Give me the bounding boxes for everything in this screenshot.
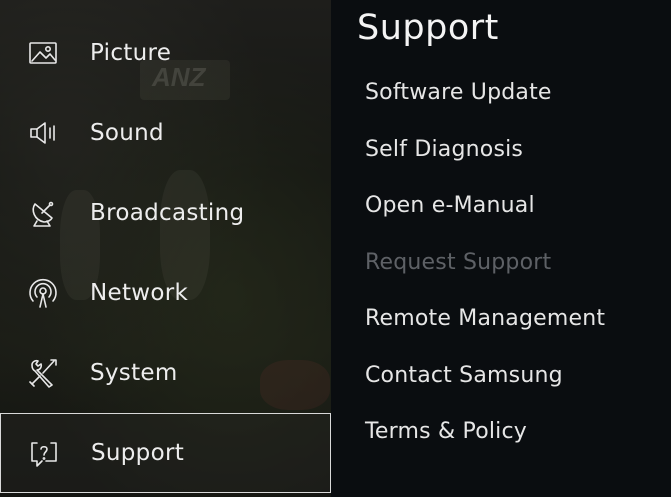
menu-item-support[interactable]: Support (0, 413, 331, 493)
network-signal-icon (24, 274, 62, 312)
menu-item-system[interactable]: System (0, 333, 331, 413)
submenu-item-open-e-manual[interactable]: Open e-Manual (365, 178, 605, 235)
speaker-icon (24, 114, 62, 152)
menu-item-label: Network (90, 280, 189, 306)
main-menu: Picture Sound Broadcasting Network Syste… (0, 13, 331, 493)
menu-item-label: Picture (90, 40, 172, 66)
menu-item-label: Sound (90, 120, 164, 146)
submenu-item-software-update[interactable]: Software Update (365, 65, 605, 122)
menu-item-label: Support (91, 440, 185, 466)
menu-item-sound[interactable]: Sound (0, 93, 331, 173)
menu-item-broadcasting[interactable]: Broadcasting (0, 173, 331, 253)
submenu-item-contact-samsung[interactable]: Contact Samsung (365, 348, 605, 405)
submenu-item-terms-policy[interactable]: Terms & Policy (365, 404, 605, 461)
menu-item-label: System (90, 360, 178, 386)
submenu-item-remote-management[interactable]: Remote Management (365, 291, 605, 348)
tv-settings-screen: ANZ Picture Sound Broadcasting Network S… (0, 0, 671, 497)
picture-icon (24, 34, 62, 72)
submenu-item-self-diagnosis[interactable]: Self Diagnosis (365, 122, 605, 179)
submenu-title: Support (357, 8, 499, 48)
tools-icon (24, 354, 62, 392)
menu-item-network[interactable]: Network (0, 253, 331, 333)
submenu-list: Software Update Self Diagnosis Open e-Ma… (365, 65, 605, 461)
help-bubble-icon (25, 434, 63, 472)
menu-item-label: Broadcasting (90, 200, 245, 226)
submenu-panel: Support Software Update Self Diagnosis O… (331, 0, 671, 497)
satellite-dish-icon (24, 194, 62, 232)
submenu-item-request-support: Request Support (365, 249, 552, 275)
menu-item-picture[interactable]: Picture (0, 13, 331, 93)
main-menu-panel: ANZ Picture Sound Broadcasting Network S… (0, 0, 331, 497)
